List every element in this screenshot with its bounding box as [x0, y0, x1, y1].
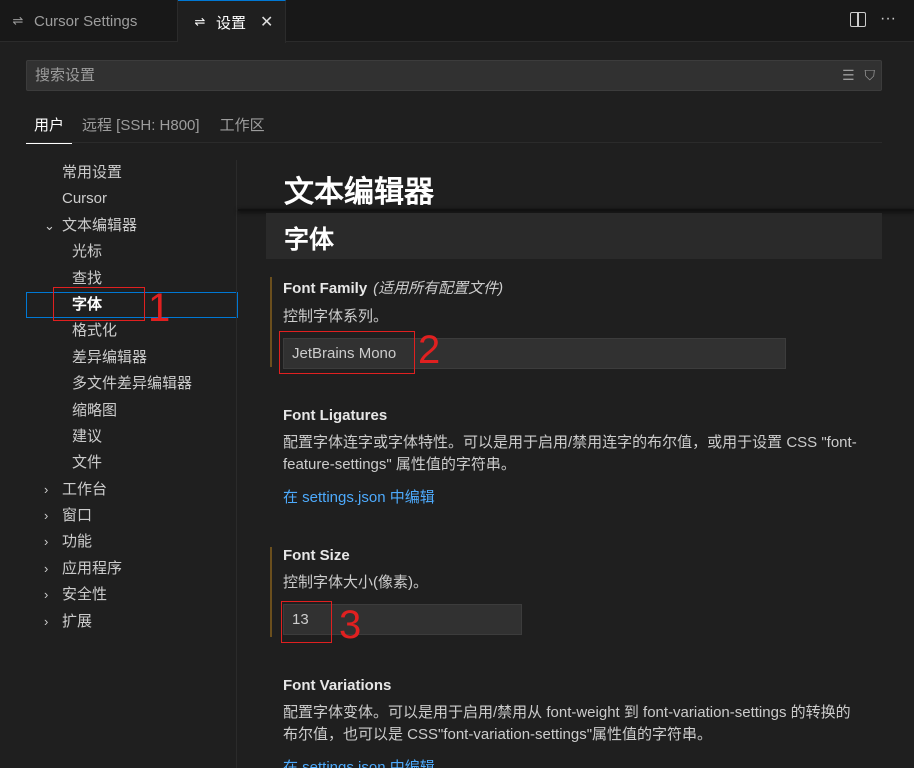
toc-item[interactable]: 格式化 — [26, 318, 238, 344]
toc-item[interactable]: 缩略图 — [26, 398, 238, 424]
clear-filter-icon[interactable]: ☰ — [842, 67, 855, 84]
toc-item[interactable]: 文件 — [26, 450, 238, 476]
toc-item[interactable]: 差异编辑器 — [26, 345, 238, 371]
toc-item-label: 建议 — [72, 427, 103, 445]
divider — [236, 160, 237, 768]
toc-item-label: 光标 — [72, 243, 103, 261]
settings-sliders-icon: ⇌ — [194, 14, 206, 29]
toc-item-label: 窗口 — [62, 507, 93, 525]
chevron-right-icon[interactable]: › — [44, 556, 48, 582]
toc-item-label: 功能 — [62, 533, 93, 551]
toc-item[interactable]: Cursor — [26, 186, 238, 212]
settings-scope-tabs: 用户 远程 [SSH: H800] 工作区 — [26, 110, 285, 144]
toc-item[interactable]: 多文件差异编辑器 — [26, 371, 238, 397]
setting-title-text: Font Family — [283, 280, 368, 297]
toc-item-label: 扩展 — [62, 612, 93, 630]
toc-item-label: 文件 — [72, 454, 103, 472]
toc-item[interactable]: ⌄ 文本编辑器 — [26, 213, 238, 239]
setting-title: Font Family (适用所有配置文件) — [272, 277, 872, 298]
toc-item[interactable]: › 扩展 — [26, 609, 238, 635]
setting-title: Font Ligatures — [283, 407, 388, 424]
setting-font-ligatures: Font Ligatures 配置字体连字或字体特性。可以是用于启用/禁用连字的… — [272, 407, 872, 507]
chevron-right-icon[interactable]: › — [44, 503, 48, 529]
subsection-header: 字体 — [266, 213, 882, 259]
section-heading: 文本编辑器 — [284, 176, 434, 209]
setting-description: 配置字体变体。可以是用于启用/禁用从 font-weight 到 font-va… — [283, 704, 851, 743]
tab-label: 设置 — [216, 14, 247, 32]
annotation-box-2 — [279, 331, 415, 374]
tab-actions: ··· — [850, 10, 896, 28]
tab-label: Cursor Settings — [34, 12, 138, 30]
tab-cursor-settings[interactable]: ⇌ Cursor Settings — [0, 0, 178, 42]
settings-search-box: ☰ ⛉ — [26, 60, 882, 91]
toc-item-label: 差异编辑器 — [72, 348, 148, 366]
toc-item[interactable]: › 工作台 — [26, 477, 238, 503]
toc-item[interactable]: › 窗口 — [26, 503, 238, 529]
settings-search-input[interactable] — [27, 61, 881, 90]
settings-content: 文本编辑器 字体 Font Family (适用所有配置文件) 控制字体系列。 J… — [238, 143, 914, 768]
setting-title: Font Size — [283, 547, 350, 564]
edit-in-settings-json-link[interactable]: 在 settings.json 中编辑 — [272, 486, 872, 507]
tab-remote[interactable]: 远程 [SSH: H800] — [82, 110, 200, 144]
chevron-right-icon[interactable]: › — [44, 609, 48, 635]
toc-item-label: 工作台 — [62, 480, 108, 498]
toc-item-label: 多文件差异编辑器 — [72, 375, 193, 393]
toc-item[interactable]: 建议 — [26, 424, 238, 450]
toc-item[interactable]: › 功能 — [26, 529, 238, 555]
scope-note: (适用所有配置文件) — [373, 280, 504, 297]
editor-tab-bar: ⇌ Cursor Settings ⇌ 设置 ✕ ··· — [0, 0, 914, 43]
toc-item-label: 常用设置 — [62, 164, 123, 181]
toc-item[interactable]: 常用设置 — [26, 160, 238, 186]
settings-sliders-icon: ⇌ — [12, 13, 24, 28]
toc-item-label: Cursor — [62, 190, 108, 208]
toc-item-label: 查找 — [72, 269, 103, 287]
annotation-box-1 — [53, 287, 145, 321]
close-icon[interactable]: ✕ — [260, 12, 273, 32]
filter-icon[interactable]: ⛉ — [865, 67, 876, 84]
tab-settings[interactable]: ⇌ 设置 ✕ — [178, 0, 286, 43]
annotation-number-1: 1 — [148, 286, 171, 330]
toc-item[interactable]: 光标 — [26, 239, 238, 265]
tab-workspace[interactable]: 工作区 — [220, 110, 265, 144]
toc-item-label: 应用程序 — [62, 559, 123, 577]
chevron-right-icon[interactable]: › — [44, 529, 48, 555]
chevron-right-icon[interactable]: › — [44, 477, 48, 503]
setting-description: 控制字体系列。 — [283, 308, 389, 325]
setting-font-size: Font Size 控制字体大小(像素)。 13 — [270, 547, 872, 637]
setting-title: Font Variations — [283, 677, 392, 694]
toc-item-label: 格式化 — [72, 322, 118, 340]
more-actions-icon[interactable]: ··· — [880, 10, 896, 28]
annotation-box-3 — [281, 601, 332, 643]
split-editor-icon[interactable] — [850, 12, 867, 27]
setting-description: 配置字体连字或字体特性。可以是用于启用/禁用连字的布尔值，或用于设置 CSS "… — [283, 434, 857, 473]
toc-item-label: 缩略图 — [72, 401, 118, 419]
annotation-number-3: 3 — [339, 603, 362, 647]
edit-in-settings-json-link[interactable]: 在 settings.json 中编辑 — [272, 756, 872, 768]
divider — [238, 209, 914, 211]
tab-user[interactable]: 用户 — [26, 110, 73, 144]
toc-item[interactable]: › 应用程序 — [26, 556, 238, 582]
toc-item-label: 文本编辑器 — [62, 216, 138, 234]
toc-item[interactable]: › 安全性 — [26, 582, 238, 608]
setting-description: 控制字体大小(像素)。 — [283, 574, 428, 591]
chevron-right-icon[interactable]: › — [44, 582, 48, 608]
settings-toc: 常用设置 Cursor ⌄ 文本编辑器 光标 查找 字体 格式化 差异编辑器 多文件差异编辑器 缩略… — [26, 160, 238, 635]
setting-font-variations: Font Variations 配置字体变体。可以是用于启用/禁用从 font-… — [272, 677, 872, 768]
chevron-down-icon[interactable]: ⌄ — [44, 213, 55, 239]
annotation-number-2: 2 — [418, 328, 441, 372]
toc-item-label: 安全性 — [62, 586, 108, 604]
subsection-heading: 字体 — [284, 226, 335, 254]
